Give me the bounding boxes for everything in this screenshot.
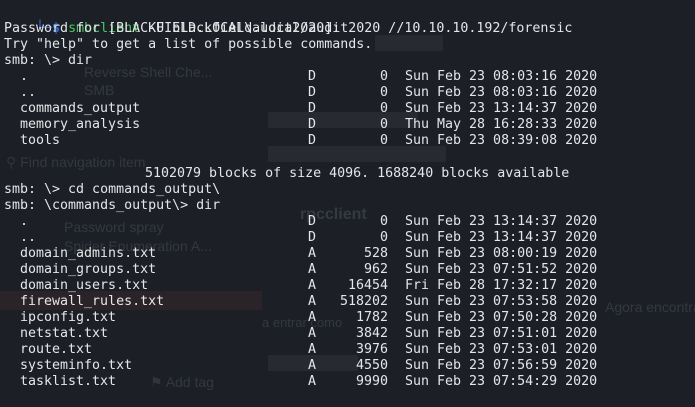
file-date: Sun Feb 23 07:53:58 2020 bbox=[405, 294, 598, 309]
file-name: .. bbox=[20, 85, 37, 100]
listing-row: . D 0 Sun Feb 23 13:14:37 2020 bbox=[0, 214, 695, 230]
file-size: 1782 bbox=[355, 310, 388, 325]
smb-cd-command: smb: \> cd commands_output\ bbox=[4, 182, 221, 197]
file-date: Fri Feb 28 17:32:17 2020 bbox=[405, 278, 598, 293]
file-name: . bbox=[20, 214, 29, 229]
file-attribute: D bbox=[308, 214, 317, 229]
file-date: Sun Feb 23 07:53:01 2020 bbox=[405, 342, 598, 357]
file-attribute: A bbox=[308, 246, 317, 261]
file-date: Sun Feb 23 13:14:37 2020 bbox=[405, 101, 598, 116]
file-size: 0 bbox=[379, 230, 388, 245]
file-name: commands_output bbox=[20, 101, 141, 116]
file-name: memory_analysis bbox=[20, 117, 141, 132]
file-attribute: A bbox=[308, 326, 317, 341]
file-name: tools bbox=[20, 133, 61, 148]
file-size: 4550 bbox=[355, 358, 388, 373]
smb-dir-command-2: smb: \commands_output\> dir bbox=[4, 198, 221, 213]
file-attribute: A bbox=[308, 262, 317, 277]
file-attribute: D bbox=[308, 101, 317, 116]
file-attribute: D bbox=[308, 117, 317, 132]
command-line-smbclient: └─$ smbclient -U blackfield.local/audit2… bbox=[4, 5, 572, 36]
file-attribute: A bbox=[308, 294, 317, 309]
file-name: .. bbox=[20, 230, 37, 245]
file-date: Sun Feb 23 08:39:08 2020 bbox=[405, 133, 598, 148]
listing-row: commands_output D 0 Sun Feb 23 13:14:37 202… bbox=[0, 101, 695, 117]
listing-row: memory_analysis D 0 Thu May 28 16:28:33 202… bbox=[0, 117, 695, 133]
file-name: ipconfig.txt bbox=[20, 310, 117, 325]
listing-row: . D 0 Sun Feb 23 08:03:16 2020 bbox=[0, 69, 695, 85]
listing-row: tools D 0 Sun Feb 23 08:39:08 2020 bbox=[0, 133, 695, 149]
file-attribute: D bbox=[308, 133, 317, 148]
file-size: 9990 bbox=[355, 374, 388, 389]
help-hint: Try "help" to get a list of possible com… bbox=[4, 37, 373, 52]
file-name: domain_groups.txt bbox=[20, 262, 157, 277]
file-name: route.txt bbox=[20, 342, 93, 357]
listing-row: .. D 0 Sun Feb 23 13:14:37 2020 bbox=[0, 230, 695, 246]
file-size: 0 bbox=[379, 214, 388, 229]
file-date: Sun Feb 23 07:51:52 2020 bbox=[405, 262, 598, 277]
file-size: 518202 bbox=[339, 294, 388, 309]
file-attribute: A bbox=[308, 342, 317, 357]
file-name: firewall_rules.txt bbox=[20, 294, 165, 309]
file-size: 0 bbox=[379, 117, 388, 132]
file-date: Sun Feb 23 07:51:01 2020 bbox=[405, 326, 598, 341]
file-name: netstat.txt bbox=[20, 326, 109, 341]
listing-row: ipconfig.txt A 1782 Sun Feb 23 07:50:28 202… bbox=[0, 310, 695, 326]
file-name: systeminfo.txt bbox=[20, 358, 133, 373]
blocks-summary: 5102079 blocks of size 4096. 1688240 blo… bbox=[145, 166, 570, 181]
file-date: Thu May 28 16:28:33 2020 bbox=[405, 117, 598, 132]
file-size: 3976 bbox=[355, 342, 388, 357]
file-size: 0 bbox=[379, 133, 388, 148]
listing-row: .. D 0 Sun Feb 23 08:03:16 2020 bbox=[0, 85, 695, 101]
file-attribute: A bbox=[308, 278, 317, 293]
file-date: Sun Feb 23 08:00:19 2020 bbox=[405, 246, 598, 261]
listing-row: domain_admins.txt A 528 Sun Feb 23 08:00:19… bbox=[0, 246, 695, 262]
listing-row: netstat.txt A 3842 Sun Feb 23 07:51:01 2020 bbox=[0, 326, 695, 342]
file-size: 962 bbox=[363, 262, 388, 277]
file-attribute: D bbox=[308, 230, 317, 245]
listing-row: systeminfo.txt A 4550 Sun Feb 23 07:56:59 2… bbox=[0, 358, 695, 374]
file-size: 0 bbox=[379, 101, 388, 116]
terminal-window[interactable]: └─$ smbclient -U blackfield.local/audit2… bbox=[0, 0, 695, 407]
file-date: Sun Feb 23 13:14:37 2020 bbox=[405, 214, 598, 229]
file-name: domain_admins.txt bbox=[20, 246, 157, 261]
listing-row: tasklist.txt A 9990 Sun Feb 23 07:54:29 202… bbox=[0, 374, 695, 390]
password-prompt: Password for [BLACKFIELD.LOCAL\audit2020… bbox=[4, 21, 341, 36]
file-name: . bbox=[20, 69, 29, 84]
listing-row: domain_groups.txt A 962 Sun Feb 23 07:51:52… bbox=[0, 262, 695, 278]
file-date: Sun Feb 23 07:56:59 2020 bbox=[405, 358, 598, 373]
smb-dir-command: smb: \> dir bbox=[4, 53, 93, 68]
file-attribute: A bbox=[308, 374, 317, 389]
file-attribute: D bbox=[308, 69, 317, 84]
file-date: Sun Feb 23 13:14:37 2020 bbox=[405, 230, 598, 245]
file-name: tasklist.txt bbox=[20, 374, 117, 389]
file-size: 0 bbox=[379, 85, 388, 100]
file-size: 0 bbox=[379, 69, 388, 84]
file-name: domain_users.txt bbox=[20, 278, 149, 293]
file-size: 16454 bbox=[347, 278, 388, 293]
file-date: Sun Feb 23 07:54:29 2020 bbox=[405, 374, 598, 389]
listing-row: domain_users.txt A 16454 Fri Feb 28 17:32:1… bbox=[0, 278, 695, 294]
listing-row: firewall_rules.txt A 518202 Sun Feb 23 07:5… bbox=[0, 294, 695, 310]
file-attribute: A bbox=[308, 358, 317, 373]
file-size: 528 bbox=[363, 246, 388, 261]
file-attribute: D bbox=[308, 85, 317, 100]
file-attribute: A bbox=[308, 310, 317, 325]
file-date: Sun Feb 23 07:50:28 2020 bbox=[405, 310, 598, 325]
file-size: 3842 bbox=[355, 326, 388, 341]
file-date: Sun Feb 23 08:03:16 2020 bbox=[405, 69, 598, 84]
file-date: Sun Feb 23 08:03:16 2020 bbox=[405, 85, 598, 100]
listing-row: route.txt A 3976 Sun Feb 23 07:53:01 2020 bbox=[0, 342, 695, 358]
